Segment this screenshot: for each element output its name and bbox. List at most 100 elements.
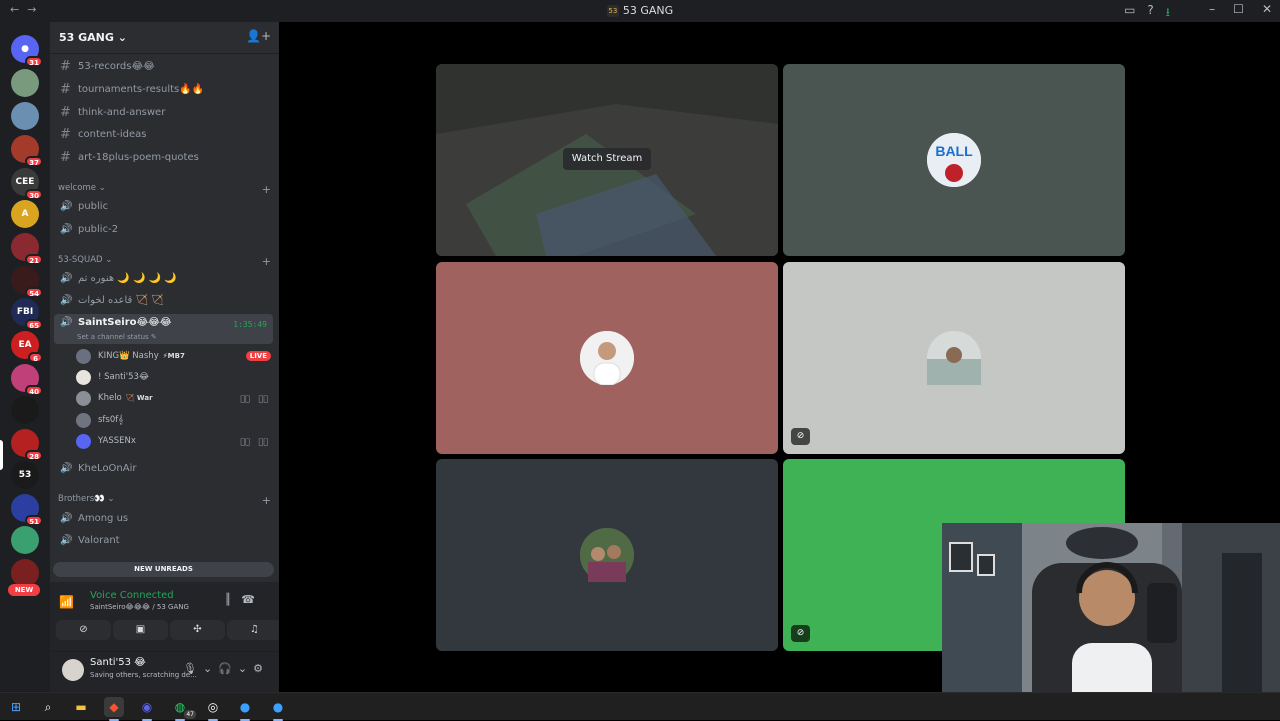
windows-start-button[interactable]: ⊞ bbox=[6, 697, 26, 717]
headset-icon[interactable]: 🎧 bbox=[218, 662, 238, 675]
guild-name: 53 GANG bbox=[59, 31, 114, 44]
app-blue-2-button[interactable]: ● bbox=[268, 697, 288, 721]
server-13[interactable]: 28 bbox=[11, 429, 43, 461]
voice-connected-label[interactable]: Voice Connected bbox=[90, 590, 174, 601]
noise-suppression-icon[interactable]: ║ bbox=[225, 593, 242, 606]
tile-user-a[interactable] bbox=[436, 262, 778, 454]
plus-icon[interactable]: + bbox=[262, 255, 271, 268]
notification-badge: 37 bbox=[25, 156, 43, 167]
voice-user[interactable]: KING👑 Nashy ⚡MB7 LIVE bbox=[76, 346, 271, 366]
channel-art-18plus-poem-quotes[interactable]: # art-18plus-poem-quotes bbox=[54, 147, 273, 167]
user-tag: ⚡MB7 bbox=[162, 352, 185, 360]
notification-badge: 6 bbox=[28, 352, 43, 363]
close-button[interactable]: ✕ bbox=[1262, 2, 1272, 16]
whatsapp-button[interactable]: ◍ 47 bbox=[170, 697, 196, 721]
chevron-down-icon[interactable]: ⌄ bbox=[238, 662, 253, 675]
new-badge[interactable]: NEW bbox=[8, 584, 40, 596]
server-initials: A bbox=[21, 209, 29, 219]
channel-label: public-2 bbox=[78, 223, 119, 235]
voice-channel-among-us[interactable]: 🔊 Among us bbox=[54, 508, 273, 528]
category-brothers[interactable]: Brothers👀 ⌄ + bbox=[58, 494, 271, 507]
channel-tournaments-results[interactable]: # tournaments-results🔥🔥 bbox=[54, 79, 273, 99]
channel-label: KheLoOnAir bbox=[78, 462, 137, 474]
avatar[interactable] bbox=[62, 659, 84, 681]
gear-icon[interactable]: ⚙ bbox=[253, 662, 269, 675]
person-avatar-icon bbox=[580, 331, 634, 386]
tile-ball[interactable]: BALL bbox=[783, 64, 1125, 256]
voice-channel-public-2[interactable]: 🔊 public-2 bbox=[54, 219, 273, 239]
screen-share-button[interactable]: ▣ bbox=[113, 620, 168, 640]
help-icon[interactable]: ? bbox=[1147, 3, 1153, 24]
obs-button[interactable]: ◎ bbox=[203, 697, 223, 721]
server-3[interactable] bbox=[11, 102, 39, 130]
guild-header[interactable]: 53 GANG ⌄ 👤+ bbox=[50, 22, 279, 54]
username[interactable]: Santi'53 😂 bbox=[90, 657, 146, 668]
group-avatar-icon bbox=[580, 528, 634, 582]
server-10[interactable]: EA 6 bbox=[11, 331, 43, 363]
camera-off-button[interactable]: ⊘ bbox=[56, 620, 111, 640]
watch-stream-button[interactable]: Watch Stream bbox=[563, 148, 651, 170]
server-5[interactable]: CEE 30 bbox=[11, 168, 43, 200]
discord-button[interactable]: ◉ bbox=[137, 697, 157, 721]
server-16[interactable] bbox=[11, 526, 39, 554]
camera-off-icon: ⊘ bbox=[791, 428, 810, 445]
voice-user[interactable]: YASSENx 🎙⃠ 🎧⃠ bbox=[76, 431, 271, 451]
person-add-icon[interactable]: 👤+ bbox=[246, 29, 271, 43]
server-4[interactable]: 37 bbox=[11, 135, 43, 167]
file-explorer-button[interactable]: ▬ bbox=[71, 697, 91, 717]
channel-content-ideas[interactable]: # content-ideas bbox=[54, 124, 273, 144]
server-icon: 53 bbox=[606, 5, 619, 17]
microphone-icon[interactable]: 🎙 bbox=[183, 662, 203, 675]
server-17[interactable] bbox=[11, 559, 39, 587]
speaker-icon: 🔊 bbox=[60, 200, 73, 212]
tile-stream[interactable]: Watch Stream bbox=[436, 64, 778, 256]
speaker-icon: 🔊 bbox=[60, 272, 73, 284]
server-7[interactable]: 21 bbox=[11, 233, 43, 265]
download-icon[interactable]: ⭳ bbox=[1166, 3, 1170, 24]
voice-user[interactable]: ! Santi'53😂 bbox=[76, 367, 271, 387]
tile-user-b[interactable]: ⊘ bbox=[783, 262, 1125, 454]
search-button[interactable]: ⌕ bbox=[38, 697, 58, 717]
minimize-button[interactable]: – bbox=[1209, 2, 1215, 16]
plus-icon[interactable]: + bbox=[262, 494, 271, 507]
muted-deafened-icon: 🎙⃠ 🎧⃠ bbox=[240, 436, 271, 446]
category-53-squad[interactable]: 53-SQUAD ⌄ + bbox=[58, 255, 271, 268]
tile-user-c[interactable] bbox=[436, 459, 778, 651]
inbox-icon[interactable]: ▭ bbox=[1124, 3, 1135, 24]
server-15[interactable]: 51 bbox=[11, 494, 43, 526]
disconnect-icon[interactable]: ☎ bbox=[241, 593, 265, 606]
category-welcome[interactable]: welcome ⌄ + bbox=[58, 183, 271, 196]
app-blue-1-button[interactable]: ● bbox=[235, 697, 255, 721]
server-11[interactable]: 40 bbox=[11, 364, 43, 396]
new-unreads-button[interactable]: NEW UNREADS bbox=[53, 562, 274, 577]
server-2[interactable] bbox=[11, 69, 39, 97]
signal-icon[interactable]: 📶 bbox=[59, 595, 74, 609]
chevron-down-icon[interactable]: ⌄ bbox=[203, 662, 218, 675]
channel-53-records[interactable]: #53-records😂😂 bbox=[54, 56, 273, 76]
channel-think-and-answer[interactable]: # think-and-answer bbox=[54, 102, 273, 122]
server-53-gang[interactable]: 53 bbox=[11, 461, 39, 489]
avatar bbox=[76, 390, 91, 406]
activities-button[interactable]: ✣ bbox=[170, 620, 225, 640]
server-9[interactable]: FBI 65 bbox=[11, 298, 43, 330]
server-6[interactable]: A bbox=[11, 200, 39, 228]
server-8[interactable]: 54 bbox=[11, 266, 43, 298]
server-12[interactable] bbox=[11, 396, 39, 424]
avatar bbox=[927, 331, 981, 385]
voice-user[interactable]: Khelo 🏹 War 🎙⃠ 🎧⃠ bbox=[76, 388, 271, 408]
voice-channel-public[interactable]: 🔊 public bbox=[54, 196, 273, 216]
brave-button[interactable]: ◆ bbox=[104, 697, 124, 721]
plus-icon[interactable]: + bbox=[262, 183, 271, 196]
channel-label: هنوره تم 🌙 🌙 🌙 🌙 bbox=[78, 272, 177, 284]
voice-channel-squad-2[interactable]: 🔊 قاعده لخوات 🏹 🏹 bbox=[54, 290, 273, 310]
voice-channel-squad-1[interactable]: 🔊 هنوره تم 🌙 🌙 🌙 🌙 bbox=[54, 268, 273, 288]
voice-channel-valorant[interactable]: 🔊 Valorant bbox=[54, 530, 273, 550]
direct-messages[interactable]: ● 31 bbox=[11, 35, 43, 67]
soundboard-button[interactable]: ♫ bbox=[227, 620, 282, 640]
voice-connection-sub: SaintSeiro😂😂😂 / 53 GANG bbox=[90, 603, 189, 611]
channel-status-hint[interactable]: Set a channel status ✎ bbox=[77, 333, 157, 341]
channel-label: tournaments-results🔥🔥 bbox=[78, 83, 205, 95]
maximize-button[interactable]: ☐ bbox=[1233, 2, 1244, 16]
voice-channel-kheloonair[interactable]: 🔊 KheLoOnAir bbox=[54, 458, 273, 478]
voice-user[interactable]: sfs0f𝄞 bbox=[76, 410, 271, 430]
